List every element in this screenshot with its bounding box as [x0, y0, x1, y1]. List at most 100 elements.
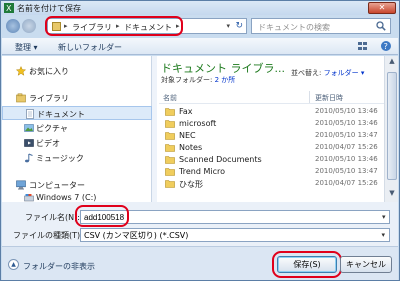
refresh-icon[interactable]: ↻ [235, 21, 243, 31]
svg-text:X: X [6, 4, 12, 13]
nav-label: Windows 7 (C:) [36, 193, 97, 202]
nav-label: ミュージック [36, 154, 84, 163]
save-as-dialog: X 名前を付けて保存 ✕ ▸ ライブラリ ▸ ドキュメント ▸ ▾ ↻ ドキュメ… [0, 0, 400, 281]
file-date: 2010/05/10 13:47 [315, 131, 378, 139]
library-title: ドキュメント ライブラ... [161, 62, 285, 75]
file-name: Trend Micro [179, 167, 225, 176]
file-name: Scanned Documents [179, 155, 262, 164]
file-name: NEC [179, 131, 196, 140]
nav-label: コンピューター [29, 181, 85, 190]
save-form: ファイル名(N): ▾ ファイルの種類(T): CSV (カンマ区切り) (*.… [2, 202, 398, 246]
search-input[interactable]: ドキュメントの検索 [251, 18, 391, 34]
save-highlight-annotation [272, 251, 342, 278]
nav-videos[interactable]: ビデオ [2, 136, 152, 150]
nav-pictures[interactable]: ピクチャ [2, 121, 152, 135]
list-item[interactable]: Trend Micro 2010/05/10 13:47 [157, 166, 384, 178]
header-divider [159, 103, 384, 104]
address-dropdown-icon[interactable]: ▾ [226, 22, 230, 30]
excel-app-icon: X [4, 3, 14, 13]
list-item[interactable]: Fax 2010/05/10 13:46 [157, 106, 384, 118]
close-button[interactable]: ✕ [368, 2, 396, 14]
folder-icon [165, 156, 175, 164]
arrange-by: 並べ替え: フォルダー ▾ [291, 68, 364, 78]
file-name: Notes [179, 143, 203, 152]
file-date: 2010/05/10 13:46 [315, 155, 378, 163]
folder-icon [165, 108, 175, 116]
list-item[interactable]: ひな形 2010/04/07 15:26 [157, 178, 384, 190]
filetype-select[interactable]: CSV (カンマ区切り) (*.CSV) ▾ [80, 228, 390, 242]
command-toolbar: 整理 ▾ 新しいフォルダー ? [2, 38, 398, 55]
column-header-date[interactable]: 更新日時 [315, 93, 343, 103]
filename-label: ファイル名(N): [25, 213, 80, 222]
search-icon[interactable] [376, 21, 386, 31]
folder-icon [165, 144, 175, 152]
file-name: ひな形 [179, 180, 203, 189]
column-divider[interactable] [309, 91, 310, 103]
library-locations-link[interactable]: 2 か所 [215, 76, 236, 84]
list-item[interactable]: Notes 2010/04/07 15:26 [157, 142, 384, 154]
chevron-down-icon[interactable]: ▾ [381, 231, 385, 239]
new-folder-button[interactable]: 新しいフォルダー [58, 42, 122, 53]
cancel-button[interactable]: キャンセル [340, 256, 392, 273]
organize-menu[interactable]: 整理 ▾ [15, 42, 38, 53]
hide-folders-button[interactable]: フォルダーの非表示 [23, 261, 95, 272]
file-date: 2010/05/10 13:46 [315, 119, 378, 127]
nav-label: ドキュメント [37, 110, 85, 119]
library-subtitle-prefix: 対象フォルダー: [161, 76, 213, 84]
file-name: microsoft [179, 119, 217, 128]
nav-favorites[interactable]: お気に入り [2, 64, 152, 78]
file-date: 2010/04/07 15:26 [315, 179, 378, 187]
svg-text:?: ? [384, 42, 388, 51]
nav-music[interactable]: ミュージック [2, 151, 152, 165]
list-item[interactable]: NEC 2010/05/10 13:47 [157, 130, 384, 142]
library-subtitle: 対象フォルダー: 2 か所 [161, 75, 235, 85]
nav-label: ピクチャ [36, 124, 68, 133]
list-item[interactable]: Scanned Documents 2010/05/10 13:46 [157, 154, 384, 166]
vertical-scrollbar[interactable]: ▲ ▼ [384, 56, 398, 202]
chevron-up-icon[interactable]: ▲ [8, 259, 19, 270]
filetype-value: CSV (カンマ区切り) (*.CSV) [84, 231, 189, 240]
filename-highlight-annotation [75, 205, 129, 227]
help-icon[interactable]: ? [380, 40, 392, 52]
scroll-down-icon[interactable]: ▼ [386, 189, 398, 201]
documents-icon [26, 109, 34, 119]
nav-documents[interactable]: ドキュメント [2, 106, 152, 120]
star-icon [16, 66, 26, 76]
videos-icon [24, 139, 34, 147]
folder-icon [165, 132, 175, 140]
music-icon [25, 153, 33, 163]
file-date: 2010/05/10 13:46 [315, 107, 378, 115]
forward-button[interactable] [22, 19, 36, 33]
library-icon [16, 93, 26, 103]
list-item[interactable]: microsoft 2010/05/10 13:46 [157, 118, 384, 130]
nav-label: お気に入り [29, 67, 69, 76]
folder-icon [165, 180, 175, 188]
window-title: 名前を付けて保存 [17, 4, 81, 13]
nav-computer[interactable]: コンピューター [2, 178, 152, 192]
back-button[interactable] [6, 19, 20, 33]
dialog-footer: ▲ フォルダーの非表示 保存(S) キャンセル [2, 246, 398, 280]
view-options-icon[interactable] [357, 40, 369, 52]
arrange-dropdown[interactable]: フォルダー ▾ [324, 69, 365, 77]
file-name: Fax [179, 107, 193, 116]
scroll-up-icon[interactable]: ▲ [386, 57, 398, 69]
navigation-pane: お気に入り ライブラリ ドキュメント ピクチャ ビデオ ミュージック コンピュー… [2, 56, 152, 202]
file-date: 2010/04/07 15:26 [315, 143, 378, 151]
title-bar: X 名前を付けて保存 ✕ [1, 1, 399, 15]
filename-dropdown-icon[interactable]: ▾ [382, 213, 394, 221]
nav-libraries[interactable]: ライブラリ [2, 91, 152, 105]
arrange-label: 並べ替え: [291, 69, 322, 77]
address-highlight-annotation [45, 16, 183, 36]
column-header-name[interactable]: 名前 [163, 93, 177, 103]
folder-icon [165, 120, 175, 128]
computer-icon [16, 180, 26, 190]
scroll-thumb[interactable] [387, 72, 397, 180]
filetype-label: ファイルの種類(T): [13, 231, 83, 240]
folder-icon [165, 168, 175, 176]
address-row: ▸ ライブラリ ▸ ドキュメント ▸ ▾ ↻ ドキュメントの検索 [1, 15, 399, 37]
search-placeholder: ドキュメントの検索 [258, 23, 330, 32]
nav-label: ライブラリ [29, 94, 69, 103]
pictures-icon [24, 124, 34, 132]
nav-label: ビデオ [36, 139, 60, 148]
file-date: 2010/05/10 13:47 [315, 167, 378, 175]
